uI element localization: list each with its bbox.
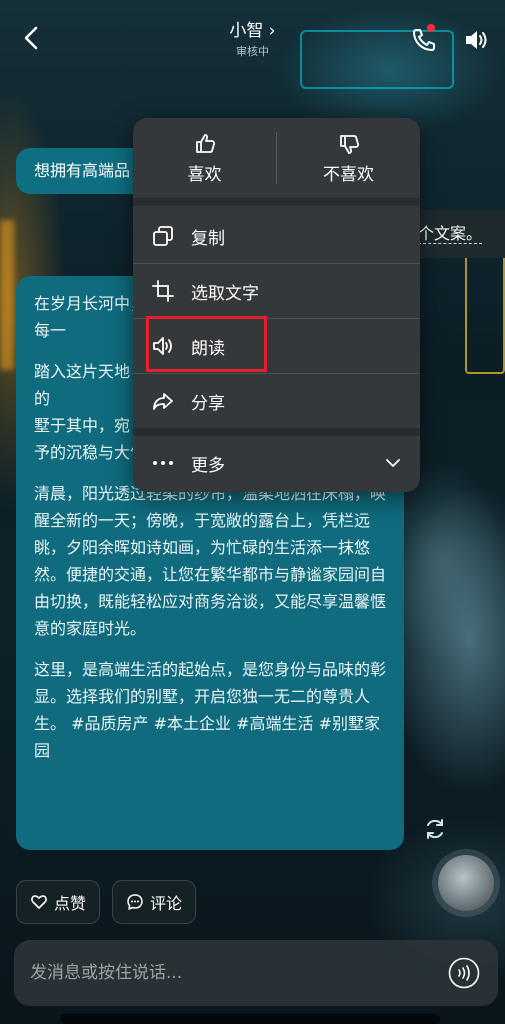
read-aloud-highlight-box bbox=[146, 316, 267, 372]
top-bar: 小智 › 审核中 bbox=[0, 0, 505, 80]
dislike-menu-label: 不喜欢 bbox=[323, 164, 374, 185]
share-menu-item[interactable]: 分享 bbox=[133, 374, 420, 428]
speaker-icon[interactable] bbox=[462, 26, 490, 54]
menu-section-divider bbox=[133, 198, 420, 206]
notification-dot bbox=[427, 24, 435, 32]
heart-icon bbox=[31, 895, 47, 909]
thumbs-up-icon bbox=[195, 133, 215, 153]
menu-section-divider bbox=[133, 428, 420, 436]
voice-input-icon[interactable] bbox=[448, 957, 480, 989]
select-text-menu-item[interactable]: 选取文字 bbox=[133, 264, 420, 318]
background-neon-light bbox=[465, 250, 505, 374]
like-menu-label: 喜欢 bbox=[187, 164, 222, 185]
comment-label: 评论 bbox=[149, 894, 182, 913]
comment-icon bbox=[127, 894, 143, 910]
share-icon bbox=[153, 393, 173, 410]
floating-assistant-button[interactable] bbox=[438, 855, 494, 911]
ai-paragraph: 清晨，阳光透过轻柔的纱帘，温柔地洒在床榻，唤醒全新的一天；傍晚，于宽敞的露台上，… bbox=[34, 484, 387, 638]
message-input-placeholder: 发消息或按住说话... bbox=[30, 963, 183, 983]
copy-menu-item[interactable]: 复制 bbox=[133, 209, 420, 263]
more-dots-icon bbox=[153, 461, 173, 465]
more-menu-item[interactable]: 更多 bbox=[133, 436, 420, 490]
copy-icon bbox=[153, 226, 173, 246]
home-indicator bbox=[60, 1014, 440, 1024]
message-input-bar[interactable]: 发消息或按住说话... bbox=[14, 940, 498, 1006]
comment-button[interactable]: 评论 bbox=[112, 880, 196, 924]
more-label: 更多 bbox=[191, 455, 225, 476]
bot-name: 小智 bbox=[229, 21, 264, 41]
message-fragment-text: 个文案。 bbox=[418, 224, 483, 244]
context-menu: 喜欢 不喜欢 复制 选取文字 朗读 分享 更多 bbox=[133, 118, 420, 492]
thumbs-down-icon bbox=[339, 134, 359, 154]
refresh-icon[interactable] bbox=[422, 816, 448, 842]
copy-label: 复制 bbox=[191, 228, 225, 249]
ai-paragraph: 这里，是高端生活的起始点，是您身份与品味的彰显。选择我们的别墅，开启您独一无二的… bbox=[34, 660, 387, 760]
title-chevron-icon: › bbox=[268, 21, 276, 41]
crop-select-icon bbox=[152, 280, 174, 302]
share-label: 分享 bbox=[191, 393, 225, 414]
reaction-row: 喜欢 不喜欢 bbox=[133, 118, 420, 198]
background-glow bbox=[0, 220, 14, 370]
like-menu-item[interactable]: 喜欢 bbox=[133, 118, 276, 198]
select-text-label: 选取文字 bbox=[191, 283, 259, 304]
chevron-down-icon bbox=[386, 459, 400, 467]
like-button[interactable]: 点赞 bbox=[16, 880, 100, 924]
like-label: 点赞 bbox=[53, 894, 86, 913]
dislike-menu-item[interactable]: 不喜欢 bbox=[277, 118, 420, 198]
